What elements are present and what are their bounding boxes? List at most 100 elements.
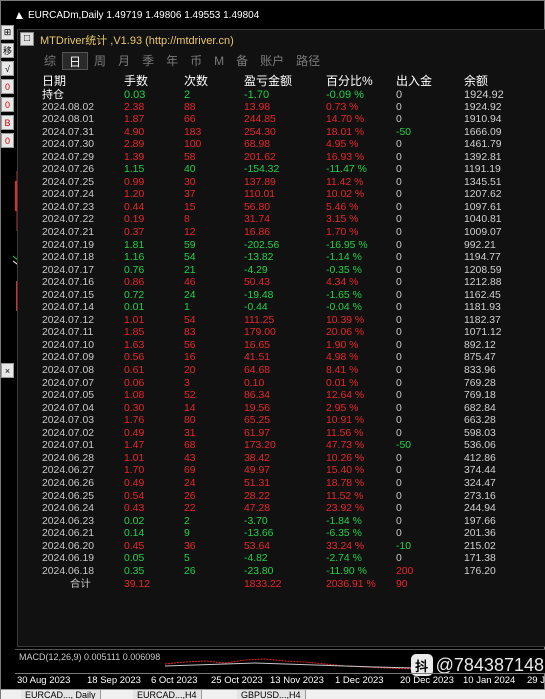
row-flow: 0 xyxy=(396,503,402,515)
tab-account[interactable]: 账户 xyxy=(254,52,290,70)
row-percent: -11.90 % xyxy=(326,565,367,577)
row-date: 2024.07.26 xyxy=(42,164,95,176)
holding-percent: -0.09 % xyxy=(326,89,364,101)
row-count: 3 xyxy=(184,377,190,389)
row-balance: 1009.07 xyxy=(464,227,502,239)
table-row: 2024.07.25 0.99 30 137.89 11.42 % 0 1345.51 xyxy=(40,177,545,190)
toolbar-button-c[interactable]: B xyxy=(1,115,14,130)
row-date: 2024.07.30 xyxy=(42,139,95,151)
header-flow: 出入金 xyxy=(396,74,433,88)
table-row: 2024.07.10 1.63 56 16.65 1.90 % 0 892.12 xyxy=(40,340,545,353)
header-balance: 余额 xyxy=(464,74,489,88)
row-percent: 11.52 % xyxy=(326,490,364,502)
row-percent: 33.24 % xyxy=(326,540,365,552)
row-balance: 833.96 xyxy=(464,365,496,377)
row-count: 43 xyxy=(184,452,196,464)
total-percent: 2036.91 % xyxy=(326,579,376,591)
row-lots: 1.01 xyxy=(124,314,145,326)
table-row: 2024.06.26 0.49 24 51.31 18.78 % 0 324.47 xyxy=(40,478,545,491)
toolbar-button-d[interactable]: 0 xyxy=(1,133,14,148)
row-count: 46 xyxy=(184,277,196,289)
row-balance: 171.38 xyxy=(464,553,496,565)
mtdriver-panel: □ MTDriver统计 ,V1.93 (http://mtdriver.cn)… xyxy=(17,29,545,647)
row-percent: 0.73 % xyxy=(326,101,359,113)
row-count: 21 xyxy=(184,264,196,276)
table-row: 2024.07.09 0.56 16 41.51 4.98 % 0 875.47 xyxy=(40,352,545,365)
period-tabs: 综 日 周 月 季 年 币 M 备 账户 路径 xyxy=(38,52,326,70)
row-percent: 47.73 % xyxy=(326,440,365,452)
row-count: 1 xyxy=(184,302,190,314)
tab-magic[interactable]: M xyxy=(208,52,230,70)
row-balance: 1212.88 xyxy=(464,277,502,289)
row-pnl: 201.62 xyxy=(244,151,276,163)
row-pnl: 28.22 xyxy=(244,490,271,502)
tab-monthly[interactable]: 月 xyxy=(112,52,136,70)
tab-summary[interactable]: 综 xyxy=(38,52,62,70)
axis-date-label: 20 Dec 2023 xyxy=(400,675,454,686)
table-row: 2024.06.27 1.70 69 49.97 15.40 % 0 374.44 xyxy=(40,465,545,478)
toolbar-button-move[interactable]: 移 xyxy=(1,43,14,58)
header-percent: 百分比% xyxy=(326,74,373,88)
table-header: 日期 手数 次数 盈亏金额 百分比% 出入金 余额 xyxy=(40,74,545,89)
chart-tab-eurcad-h4[interactable]: EURCAD...,H4 xyxy=(133,690,202,699)
chart-tab-gbpusd-h4[interactable]: GBPUSD...,H4 xyxy=(237,690,306,699)
row-balance: 598.03 xyxy=(464,427,496,439)
axis-date-label: 30 Aug 2023 xyxy=(17,675,71,686)
row-flow: 0 xyxy=(396,314,402,326)
table-row: 2024.07.18 1.16 54 -13.82 -1.14 % 0 1194.77 xyxy=(40,252,545,265)
row-flow: 0 xyxy=(396,277,402,289)
row-flow: -50 xyxy=(396,126,412,138)
header-count: 次数 xyxy=(184,74,209,88)
tab-notes[interactable]: 备 xyxy=(230,52,254,70)
row-lots: 0.76 xyxy=(124,264,145,276)
row-date: 2024.07.05 xyxy=(42,390,95,402)
panel-toggle-button[interactable]: □ xyxy=(20,32,34,46)
row-percent: 15.40 % xyxy=(326,465,365,477)
row-pnl: 50.43 xyxy=(244,277,271,289)
toolbar-button-grid[interactable]: ⊞ xyxy=(1,25,14,40)
row-pnl: 111.25 xyxy=(244,314,275,326)
table-row: 2024.06.19 0.05 5 -4.82 -2.74 % 0 171.38 xyxy=(40,553,545,566)
tab-currency[interactable]: 币 xyxy=(184,52,208,70)
axis-date-label: 6 Oct 2023 xyxy=(151,675,198,686)
row-percent: 12.64 % xyxy=(326,390,365,402)
row-balance: 663.28 xyxy=(464,415,496,427)
tab-weekly[interactable]: 周 xyxy=(88,52,112,70)
chart-tab-eurcad-daily[interactable]: EURCAD..., Daily xyxy=(21,690,101,699)
row-count: 15 xyxy=(184,201,196,213)
row-flow: 0 xyxy=(396,352,402,364)
row-percent: 18.01 % xyxy=(326,126,365,138)
row-flow: 0 xyxy=(396,415,402,427)
tab-quarterly[interactable]: 季 xyxy=(136,52,160,70)
row-date: 2024.07.03 xyxy=(42,415,95,427)
row-count: 52 xyxy=(184,390,196,402)
row-pnl: 49.97 xyxy=(244,465,271,477)
row-date: 2024.07.10 xyxy=(42,339,95,351)
axis-date-label: 10 Jan 2024 xyxy=(463,675,516,686)
holding-row: 持仓 0.03 2 -1.70 -0.09 % 0 1924.92 xyxy=(40,89,545,102)
tab-daily[interactable]: 日 xyxy=(62,52,89,70)
table-row: 2024.07.30 2.89 100 68.98 4.95 % 0 1461.79 xyxy=(40,139,545,152)
row-percent: 10.02 % xyxy=(326,189,365,201)
row-count: 37 xyxy=(184,189,196,201)
table-row: 2024.07.26 1.15 40 -154.32 -11.47 % 0 1191.19 xyxy=(40,164,545,177)
row-percent: 16.93 % xyxy=(326,151,365,163)
row-flow: 0 xyxy=(396,151,402,163)
row-lots: 1.63 xyxy=(124,339,145,351)
row-count: 54 xyxy=(184,252,196,264)
row-flow: 0 xyxy=(396,390,402,402)
row-lots: 0.37 xyxy=(124,227,145,239)
row-balance: 769.18 xyxy=(464,390,496,402)
toolbar-button-b[interactable]: 0 xyxy=(1,97,14,112)
row-count: 36 xyxy=(184,540,196,552)
holding-flow: 0 xyxy=(396,89,403,101)
row-count: 24 xyxy=(184,477,196,489)
tab-path[interactable]: 路径 xyxy=(290,52,326,70)
table-body: 2024.08.02 2.38 88 13.98 0.73 % 0 1924.92 2024.… xyxy=(40,102,545,579)
row-balance: 682.84 xyxy=(464,402,496,414)
row-lots: 0.44 xyxy=(124,201,145,213)
toolbar-button-a[interactable]: 0 xyxy=(1,79,14,94)
row-percent: 1.70 % xyxy=(326,227,359,239)
tab-yearly[interactable]: 年 xyxy=(160,52,184,70)
toolbar-button-check[interactable]: √ xyxy=(1,61,14,76)
